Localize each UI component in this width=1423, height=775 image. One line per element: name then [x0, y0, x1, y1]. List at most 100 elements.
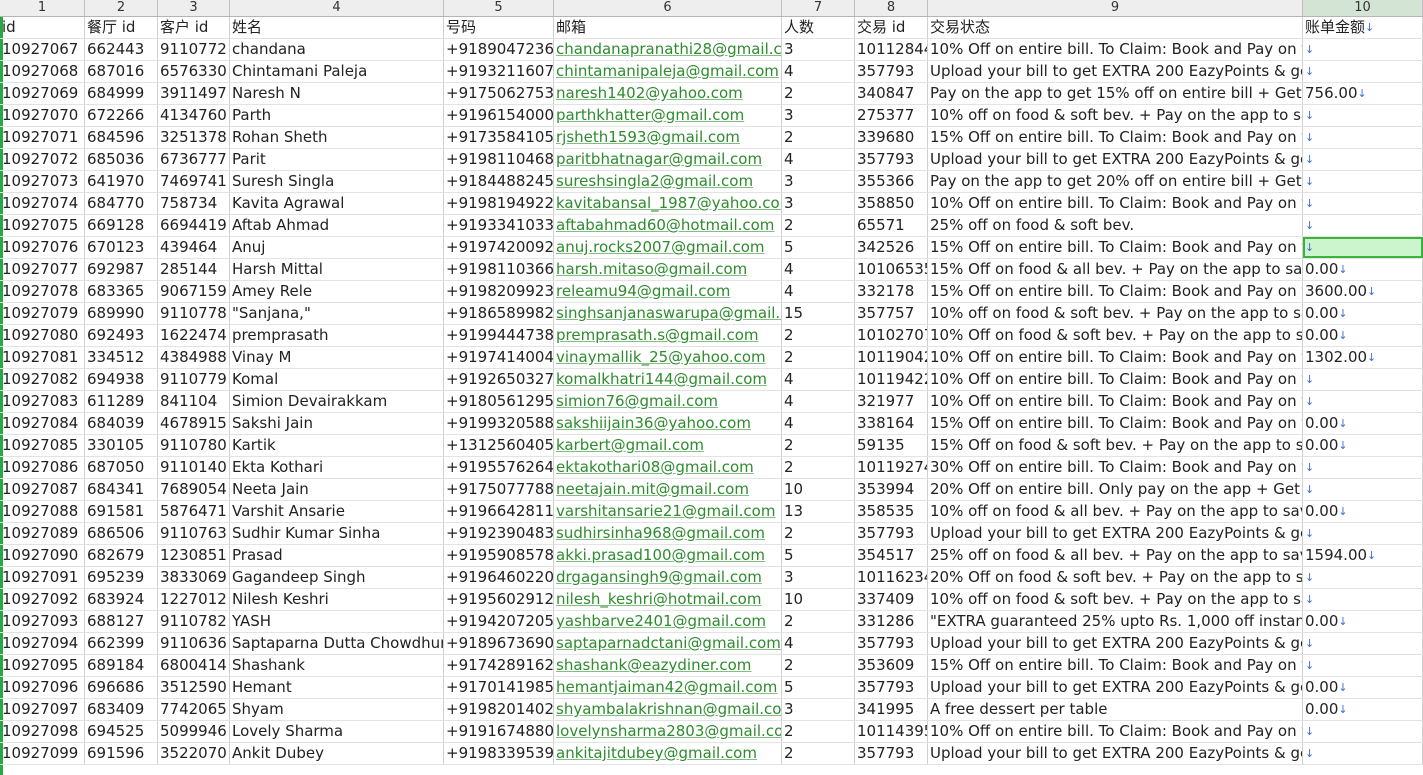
- table-cell[interactable]: 10927067: [0, 39, 85, 60]
- table-cell[interactable]: 10% Off on entire bill. To Claim: Book a…: [928, 193, 1303, 214]
- header-cell[interactable]: 交易状态: [928, 17, 1303, 38]
- table-cell[interactable]: 25% off on food & soft bev.: [928, 215, 1303, 236]
- table-cell[interactable]: 696686: [85, 677, 158, 698]
- table-cell[interactable]: 10927089: [0, 523, 85, 544]
- table-cell[interactable]: Rohan Sheth: [230, 127, 444, 148]
- table-cell[interactable]: ↓: [1303, 237, 1423, 258]
- table-cell[interactable]: +91933410337: [444, 215, 554, 236]
- table-cell[interactable]: 10% Off on entire bill. To Claim: Book a…: [928, 369, 1303, 390]
- table-cell[interactable]: +91701419854: [444, 677, 554, 698]
- table-cell[interactable]: Ankit Dubey: [230, 743, 444, 764]
- table-cell[interactable]: 15% Off on entire bill. To Claim: Book a…: [928, 655, 1303, 676]
- table-cell[interactable]: 5876471: [158, 501, 230, 522]
- table-cell[interactable]: ↓: [1303, 369, 1423, 390]
- table-cell[interactable]: Prasad: [230, 545, 444, 566]
- table-cell[interactable]: Upload your bill to get EXTRA 200 EazyPo…: [928, 149, 1303, 170]
- column-header-5[interactable]: 5: [444, 0, 554, 16]
- table-cell[interactable]: 2: [782, 721, 855, 742]
- table-cell[interactable]: Upload your bill to get EXTRA 200 EazyPo…: [928, 523, 1303, 544]
- table-cell[interactable]: 4: [782, 391, 855, 412]
- table-cell[interactable]: Nilesh Keshri: [230, 589, 444, 610]
- table-cell[interactable]: 337409: [855, 589, 928, 610]
- table-cell[interactable]: 10927073: [0, 171, 85, 192]
- table-cell[interactable]: 684596: [85, 127, 158, 148]
- email-cell[interactable]: komalkhatri144@gmail.com: [554, 369, 782, 390]
- table-cell[interactable]: 3911497: [158, 83, 230, 104]
- table-cell[interactable]: +91735841058: [444, 127, 554, 148]
- table-cell[interactable]: 2: [782, 523, 855, 544]
- table-cell[interactable]: +91961540000: [444, 105, 554, 126]
- table-cell[interactable]: Neeta Jain: [230, 479, 444, 500]
- table-cell[interactable]: ↓: [1303, 457, 1423, 478]
- table-cell[interactable]: 5099946: [158, 721, 230, 742]
- table-cell[interactable]: 332178: [855, 281, 928, 302]
- table-cell[interactable]: ↓: [1303, 633, 1423, 654]
- table-cell[interactable]: 684770: [85, 193, 158, 214]
- table-cell[interactable]: 10114395: [855, 721, 928, 742]
- email-cell[interactable]: yashbarve2401@gmail.com: [554, 611, 782, 632]
- table-cell[interactable]: 694938: [85, 369, 158, 390]
- table-cell[interactable]: 9110140: [158, 457, 230, 478]
- table-cell[interactable]: Kavita Agrawal: [230, 193, 444, 214]
- table-cell[interactable]: 0.00↓: [1303, 501, 1423, 522]
- table-cell[interactable]: 10% Off on entire bill. To Claim: Book a…: [928, 391, 1303, 412]
- table-cell[interactable]: 321977: [855, 391, 928, 412]
- table-cell[interactable]: 3512590: [158, 677, 230, 698]
- table-cell[interactable]: 10927081: [0, 347, 85, 368]
- email-cell[interactable]: karbert@gmail.com: [554, 435, 782, 456]
- table-cell[interactable]: 695239: [85, 567, 158, 588]
- table-cell[interactable]: ↓: [1303, 215, 1423, 236]
- table-cell[interactable]: Upload your bill to get EXTRA 200 EazyPo…: [928, 61, 1303, 82]
- table-cell[interactable]: 10119042: [855, 347, 928, 368]
- table-cell[interactable]: 338164: [855, 413, 928, 434]
- spreadsheet-grid[interactable]: 1 2 3 4 5 6 7 8 9 10 id 餐厅 id 客户 id 姓名 号码 邮箱 人数 交易 id 交易状…: [0, 0, 1423, 775]
- email-cell[interactable]: singhsanjanaswarupa@gmail.com: [554, 303, 782, 324]
- table-cell[interactable]: +13125604051: [444, 435, 554, 456]
- table-cell[interactable]: +91926503277: [444, 369, 554, 390]
- table-cell[interactable]: 2: [782, 655, 855, 676]
- table-cell[interactable]: 357793: [855, 523, 928, 544]
- table-cell[interactable]: 3251378: [158, 127, 230, 148]
- table-cell[interactable]: 692987: [85, 259, 158, 280]
- table-cell[interactable]: 10% off on food & soft bev. + Pay on the…: [928, 105, 1303, 126]
- table-cell[interactable]: 2: [782, 325, 855, 346]
- email-cell[interactable]: sureshsingla2@gmail.com: [554, 171, 782, 192]
- table-cell[interactable]: 20% Off on food & soft bev. + Pay on the…: [928, 567, 1303, 588]
- column-header-2[interactable]: 2: [85, 0, 158, 16]
- table-cell[interactable]: 691596: [85, 743, 158, 764]
- table-cell[interactable]: 683409: [85, 699, 158, 720]
- table-cell[interactable]: 686506: [85, 523, 158, 544]
- table-cell[interactable]: 7689054: [158, 479, 230, 500]
- table-cell[interactable]: 4384988: [158, 347, 230, 368]
- email-cell[interactable]: neetajain.mit@gmail.com: [554, 479, 782, 500]
- table-cell[interactable]: 694525: [85, 721, 158, 742]
- table-cell[interactable]: 331286: [855, 611, 928, 632]
- table-cell[interactable]: 641970: [85, 171, 158, 192]
- table-cell[interactable]: 9067159: [158, 281, 230, 302]
- table-cell[interactable]: Varshit Ansarie: [230, 501, 444, 522]
- table-cell[interactable]: 689990: [85, 303, 158, 324]
- table-cell[interactable]: ↓: [1303, 567, 1423, 588]
- table-cell[interactable]: 357793: [855, 149, 928, 170]
- table-cell[interactable]: 10927086: [0, 457, 85, 478]
- email-cell[interactable]: shashank@eazydiner.com: [554, 655, 782, 676]
- table-cell[interactable]: ↓: [1303, 39, 1423, 60]
- table-cell[interactable]: 10927084: [0, 413, 85, 434]
- table-cell[interactable]: 15% Off on entire bill. To Claim: Book a…: [928, 237, 1303, 258]
- table-cell[interactable]: 10927094: [0, 633, 85, 654]
- table-cell[interactable]: 10927078: [0, 281, 85, 302]
- table-cell[interactable]: 15: [782, 303, 855, 324]
- table-cell[interactable]: 10927088: [0, 501, 85, 522]
- table-cell[interactable]: premprasath: [230, 325, 444, 346]
- table-cell[interactable]: ↓: [1303, 479, 1423, 500]
- table-cell[interactable]: 10927085: [0, 435, 85, 456]
- table-cell[interactable]: +91750627530: [444, 83, 554, 104]
- email-cell[interactable]: anuj.rocks2007@gmail.com: [554, 237, 782, 258]
- table-cell[interactable]: 1594.00↓: [1303, 545, 1423, 566]
- table-cell[interactable]: 10927076: [0, 237, 85, 258]
- table-cell[interactable]: +91805612956: [444, 391, 554, 412]
- table-cell[interactable]: 2: [782, 83, 855, 104]
- table-cell[interactable]: 7742065: [158, 699, 230, 720]
- table-cell[interactable]: 756.00↓: [1303, 83, 1423, 104]
- table-cell[interactable]: 15% Off on food & all bev. + Pay on the …: [928, 259, 1303, 280]
